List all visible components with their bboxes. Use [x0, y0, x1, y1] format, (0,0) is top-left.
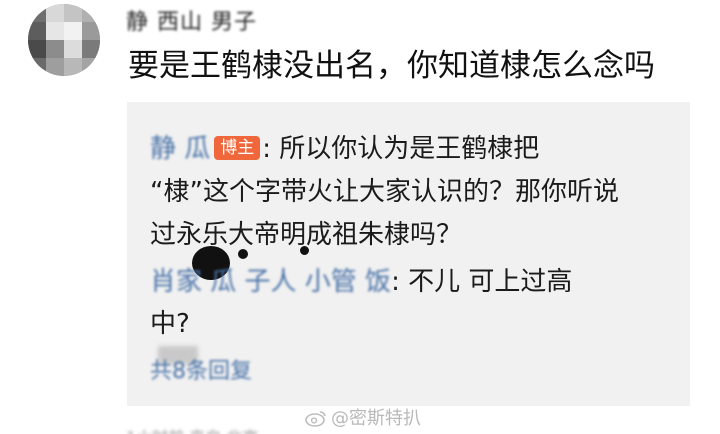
- avatar-pixel: [64, 58, 82, 76]
- avatar-pixel: [46, 40, 64, 58]
- reply-line-4: 肖家 瓜 子人 小管 饭: 不儿 可上过高: [150, 261, 572, 298]
- comment-footer: 1小时前 来自 北京: [126, 424, 258, 434]
- reply-line-5: 中?: [150, 309, 190, 339]
- second-reply-text: : 不儿 可上过高: [391, 267, 573, 297]
- author-badge: 博主: [214, 136, 261, 160]
- avatar-pixel: [28, 4, 46, 22]
- avatar-pixel: [64, 40, 82, 58]
- avatar-pixel: [46, 58, 64, 76]
- reply-author-name[interactable]: 静 瓜: [150, 134, 210, 164]
- avatar-pixel: [28, 58, 46, 76]
- avatar-pixel: [82, 22, 100, 40]
- comment-text: 要是王鹤棣没出名，你知道棣怎么念吗: [128, 48, 655, 84]
- more-replies-link[interactable]: 共8条回复: [150, 353, 252, 385]
- watermark-text: @密斯特扒: [331, 408, 421, 429]
- avatar-pixel: [82, 58, 100, 76]
- avatar-pixel: [64, 4, 82, 22]
- avatar-pixel: [64, 22, 82, 40]
- reply-line-2: “棣”这个字带火让大家认识的？那你听说: [150, 177, 619, 207]
- reply-text-line1: : 所以你认为是王鹤棣把: [262, 134, 540, 164]
- avatar-pixel: [82, 40, 100, 58]
- avatar-pixel: [28, 22, 46, 40]
- avatar-pixel: [46, 4, 64, 22]
- redaction-mark: [300, 246, 309, 255]
- comment-username[interactable]: 静 西山 男子: [126, 4, 257, 36]
- avatar-pixel: [28, 40, 46, 58]
- avatar-pixel: [46, 22, 64, 40]
- redaction-mark: [238, 249, 248, 259]
- reply-line-1: 静 瓜博主: 所以你认为是王鹤棣把: [150, 128, 539, 165]
- weibo-logo-icon: [305, 409, 327, 432]
- watermark: @密斯特扒: [305, 404, 421, 432]
- second-reply-author-name[interactable]: 肖家 瓜 子人 小管 饭: [150, 267, 391, 297]
- avatar[interactable]: [28, 4, 100, 76]
- comment-screenshot: 静 西山 男子 要是王鹤棣没出名，你知道棣怎么念吗 静 瓜博主: 所以你认为是王…: [0, 0, 720, 434]
- avatar-pixel: [82, 4, 100, 22]
